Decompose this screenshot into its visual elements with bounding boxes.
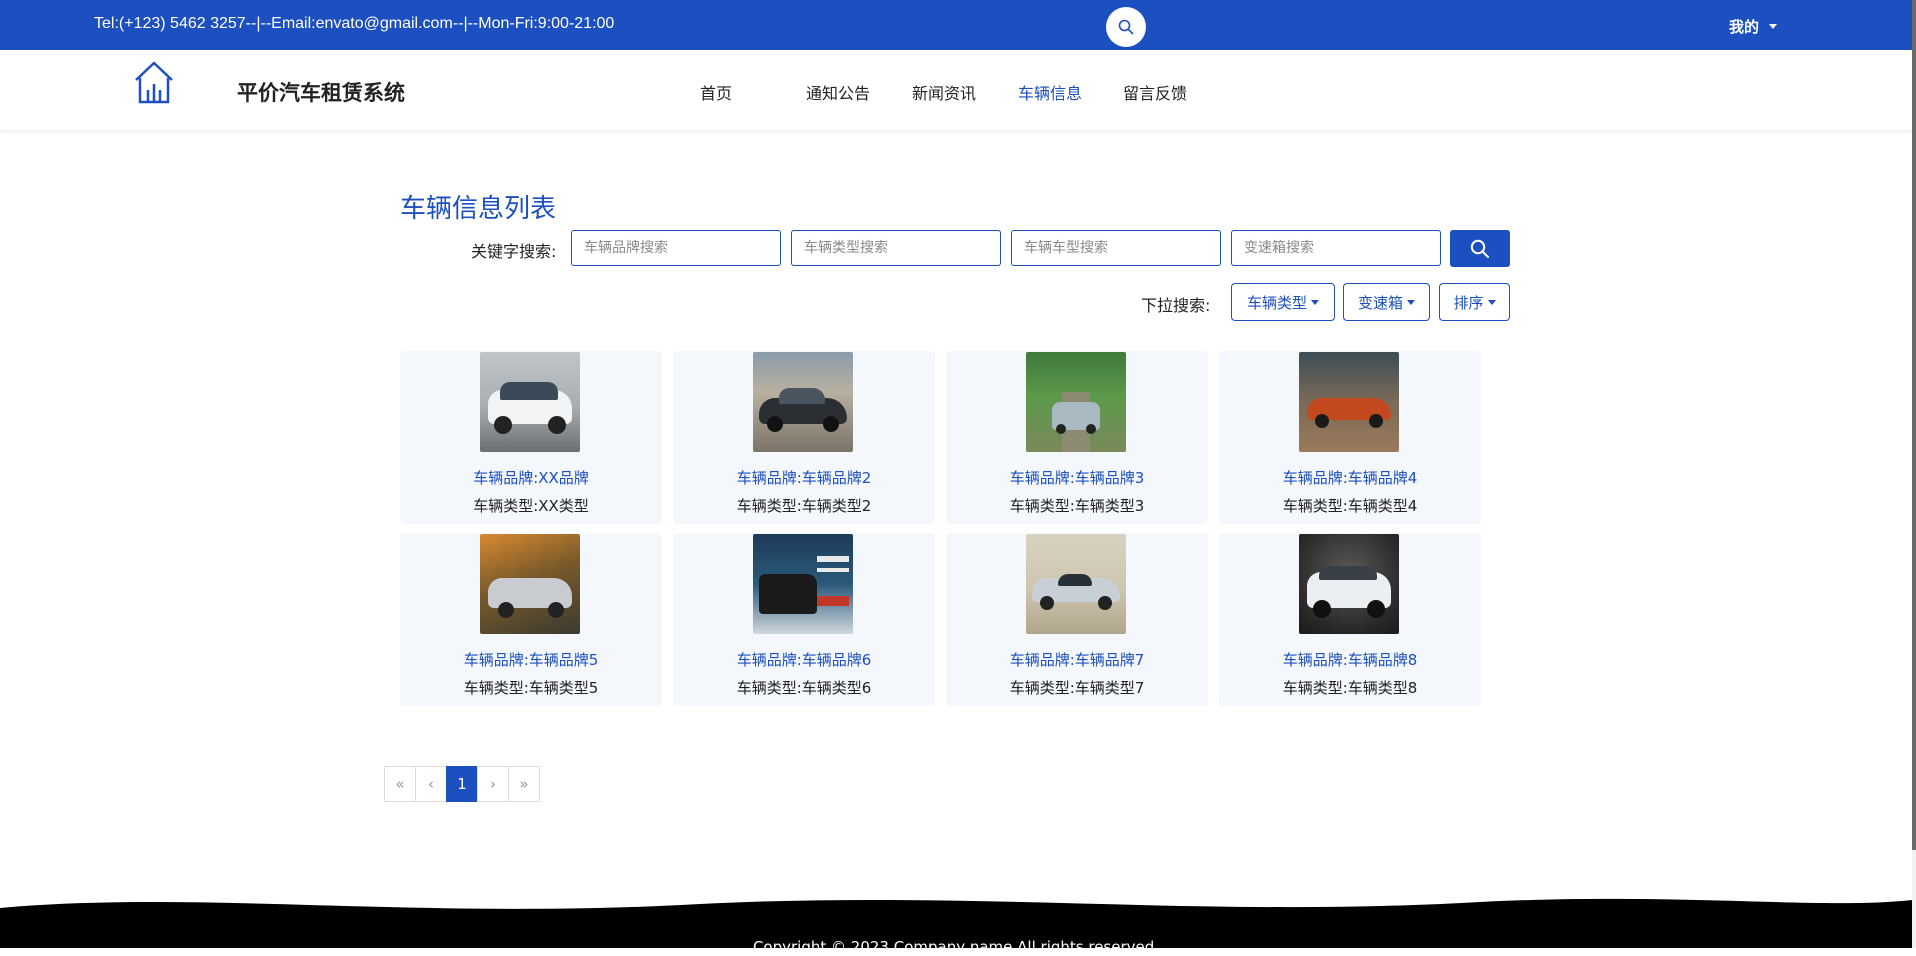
search-icon	[1118, 19, 1134, 35]
gearbox-dropdown[interactable]: 变速箱	[1343, 283, 1430, 321]
last-page-button[interactable]: »	[508, 766, 540, 802]
page-title: 车辆信息列表	[400, 194, 557, 224]
type-search-input[interactable]	[791, 230, 1001, 266]
car-brand[interactable]: 车辆品牌:车辆品牌4	[1219, 467, 1481, 488]
car-card[interactable]: 车辆品牌:车辆品牌2 车辆类型:车辆类型2	[673, 351, 935, 524]
copyright-text: Copyright © 2023 Company name All rights…	[752, 938, 1160, 956]
next-page-button[interactable]: ›	[477, 766, 509, 802]
sort-dropdown[interactable]: 排序	[1439, 283, 1510, 321]
site-header: 平价汽车租赁系统 首页 通知公告 新闻资讯 车辆信息 留言反馈	[0, 50, 1912, 130]
user-menu-label: 我的	[1729, 18, 1760, 36]
scrollbar-thumb[interactable]	[1912, 0, 1916, 850]
nav-news[interactable]: 新闻资讯	[912, 80, 1018, 104]
nav-vehicles[interactable]: 车辆信息	[1018, 80, 1123, 104]
car-photo[interactable]	[480, 534, 580, 634]
car-card[interactable]: 车辆品牌:车辆品牌6 车辆类型:车辆类型6	[673, 533, 935, 706]
car-photo[interactable]	[1026, 352, 1126, 452]
top-search-button[interactable]	[1106, 7, 1146, 47]
nav-home[interactable]: 首页	[700, 80, 806, 104]
search-icon	[1470, 239, 1489, 258]
car-photo[interactable]	[1299, 352, 1399, 452]
car-card[interactable]: 车辆品牌:车辆品牌8 车辆类型:车辆类型8	[1219, 533, 1481, 706]
car-photo[interactable]	[753, 352, 853, 452]
car-card[interactable]: 车辆品牌:车辆品牌4 车辆类型:车辆类型4	[1219, 351, 1481, 524]
car-card[interactable]: 车辆品牌:XX品牌 车辆类型:XX类型	[400, 351, 662, 524]
car-brand[interactable]: 车辆品牌:车辆品牌8	[1219, 649, 1481, 670]
car-card[interactable]: 车辆品牌:车辆品牌7 车辆类型:车辆类型7	[946, 533, 1208, 706]
brand-search-input[interactable]	[571, 230, 781, 266]
car-photo[interactable]	[1026, 534, 1126, 634]
prev-page-button[interactable]: ‹	[415, 766, 447, 802]
contact-info: Tel:(+123) 5462 3257--|--Email:envato@gm…	[94, 15, 615, 32]
car-photo[interactable]	[753, 534, 853, 634]
vehicle-type-dropdown[interactable]: 车辆类型	[1231, 283, 1335, 321]
chevron-down-icon	[1407, 299, 1415, 305]
site-title: 平价汽车租赁系统	[237, 81, 405, 105]
dropdown-search-label: 下拉搜索:	[1141, 296, 1211, 315]
chevron-down-icon	[1487, 299, 1496, 305]
car-brand[interactable]: 车辆品牌:XX品牌	[400, 467, 662, 488]
pagination: « ‹ 1 › »	[384, 766, 540, 802]
page-scrollbar[interactable]	[1912, 0, 1916, 948]
top-contact-bar: Tel:(+123) 5462 3257--|--Email:envato@gm…	[0, 0, 1912, 50]
first-page-button[interactable]: «	[384, 766, 416, 802]
car-type: 车辆类型:车辆类型4	[1282, 497, 1418, 515]
car-brand[interactable]: 车辆品牌:车辆品牌7	[946, 649, 1208, 670]
nav-feedback[interactable]: 留言反馈	[1123, 80, 1187, 104]
dropdown-label: 变速箱	[1357, 293, 1403, 312]
car-type: 车辆类型:车辆类型6	[736, 679, 872, 697]
car-brand[interactable]: 车辆品牌:车辆品牌5	[400, 649, 662, 670]
page-number-button[interactable]: 1	[446, 766, 478, 802]
model-search-input[interactable]	[1011, 230, 1221, 266]
search-button[interactable]	[1450, 230, 1510, 267]
car-type: 车辆类型:车辆类型8	[1282, 679, 1418, 697]
keyword-search-label: 关键字搜索:	[471, 242, 557, 261]
chevron-down-icon	[1769, 24, 1778, 29]
dropdown-label: 排序	[1453, 293, 1484, 312]
car-type: 车辆类型:车辆类型3	[1009, 497, 1145, 515]
footer: Copyright © 2023 Company name All rights…	[0, 890, 1912, 956]
car-photo[interactable]	[480, 352, 580, 452]
main-nav: 首页 通知公告 新闻资讯 车辆信息 留言反馈	[700, 80, 1187, 104]
car-type: 车辆类型:车辆类型2	[736, 497, 872, 515]
user-menu[interactable]: 我的	[1729, 16, 1778, 37]
car-type: 车辆类型:车辆类型5	[463, 679, 599, 697]
car-card[interactable]: 车辆品牌:车辆品牌3 车辆类型:车辆类型3	[946, 351, 1208, 524]
car-photo[interactable]	[1299, 534, 1399, 634]
car-type: 车辆类型:车辆类型7	[1009, 679, 1145, 697]
dropdown-label: 车辆类型	[1246, 293, 1307, 312]
car-brand[interactable]: 车辆品牌:车辆品牌2	[673, 467, 935, 488]
chevron-down-icon	[1311, 299, 1319, 305]
car-type: 车辆类型:XX类型	[473, 497, 589, 515]
nav-notices[interactable]: 通知公告	[806, 80, 912, 104]
car-brand[interactable]: 车辆品牌:车辆品牌6	[673, 649, 935, 670]
car-brand[interactable]: 车辆品牌:车辆品牌3	[946, 467, 1208, 488]
car-card[interactable]: 车辆品牌:车辆品牌5 车辆类型:车辆类型5	[400, 533, 662, 706]
home-logo-icon[interactable]	[134, 60, 174, 104]
gearbox-search-input[interactable]	[1231, 230, 1441, 266]
